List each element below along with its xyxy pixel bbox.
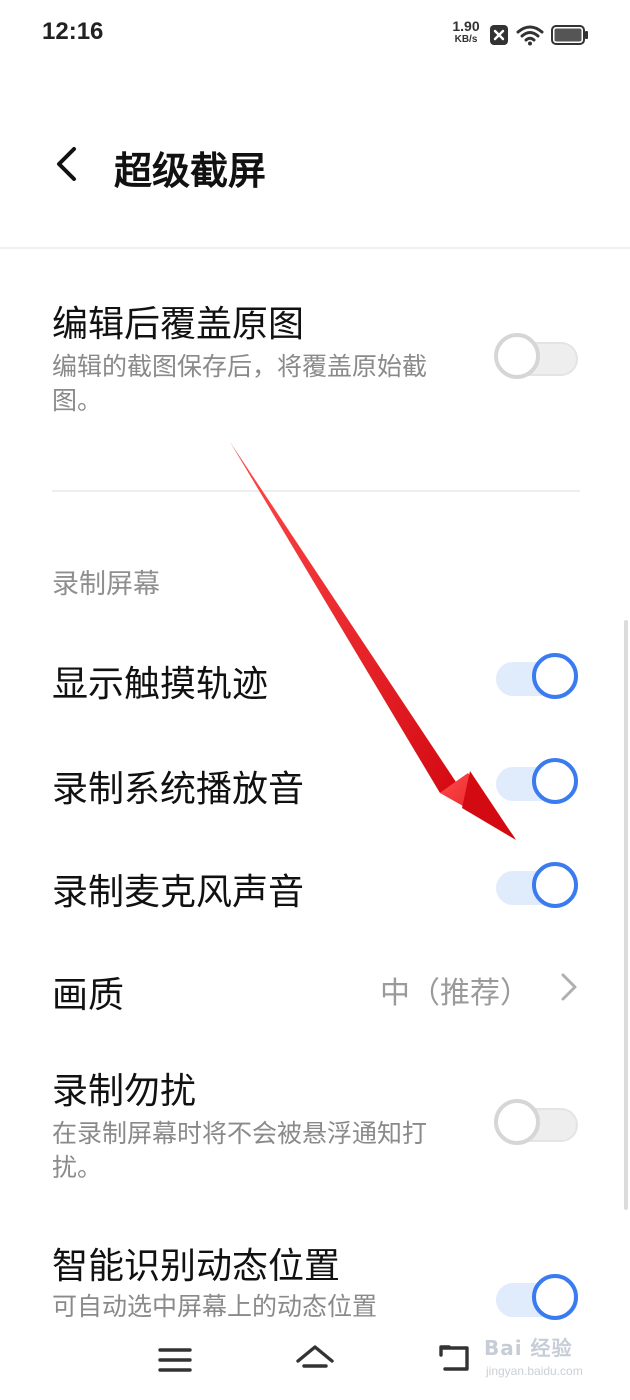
setting-title: 编辑后覆盖原图 — [52, 304, 305, 345]
baidu-jingyan-watermark: Bai 经验 jingyan.baidu.com — [478, 1328, 628, 1388]
home-button[interactable] — [285, 1330, 345, 1390]
recent-apps-button[interactable] — [145, 1330, 205, 1390]
toggle-knob — [532, 862, 578, 908]
setting-title: 录制麦克风声音 — [52, 872, 305, 913]
setting-description: 可自动选中屏幕上的动态位置 — [52, 1292, 378, 1321]
battery-icon — [551, 25, 589, 49]
header-divider — [0, 247, 630, 249]
home-icon — [296, 1345, 334, 1368]
setting-title: 显示触摸轨迹 — [52, 664, 269, 705]
header: 超级截屏 — [0, 70, 630, 248]
menu-icon — [158, 1348, 192, 1372]
network-speed: 1.90 KB/s — [448, 18, 484, 46]
record-system-audio-toggle[interactable] — [494, 757, 580, 805]
scrollbar[interactable] — [624, 620, 628, 1210]
smart-dynamic-position-toggle[interactable] — [494, 1273, 580, 1321]
sim-x-icon — [489, 24, 509, 50]
toggle-knob — [494, 1099, 540, 1145]
toggle-knob — [532, 758, 578, 804]
section-label-screen-recording: 录制屏幕 — [52, 569, 160, 600]
toggle-knob — [532, 1274, 578, 1320]
system-back-button[interactable] — [424, 1330, 484, 1390]
toggle-knob — [532, 653, 578, 699]
network-speed-value: 1.90 — [452, 18, 480, 34]
chevron-left-icon — [57, 147, 76, 181]
watermark-subtext: jingyan.baidu.com — [486, 1364, 583, 1378]
wifi-icon — [516, 24, 544, 50]
status-time: 12:16 — [42, 18, 104, 45]
chevron-right-icon — [560, 972, 578, 1006]
quality-value: 中（推荐） — [380, 976, 530, 1011]
setting-title: 画质 — [52, 975, 125, 1016]
network-speed-unit: KB/s — [454, 34, 478, 45]
setting-description: 在录制屏幕时将不会被悬浮通知打扰。 — [52, 1119, 428, 1182]
setting-description: 编辑的截图保存后，将覆盖原始截图。 — [52, 352, 428, 415]
setting-title: 录制系统播放音 — [52, 769, 305, 810]
setting-title: 智能识别动态位置 — [52, 1246, 341, 1287]
watermark-text: Bai 经验 — [484, 1336, 573, 1360]
toggle-knob — [494, 333, 540, 379]
page-title: 超级截屏 — [114, 149, 267, 193]
status-bar: 12:16 1.90 KB/s — [0, 0, 630, 70]
overwrite-original-toggle[interactable] — [494, 332, 580, 380]
record-microphone-toggle[interactable] — [494, 861, 580, 909]
do-not-disturb-toggle[interactable] — [494, 1098, 580, 1146]
setting-title: 录制勿扰 — [52, 1071, 197, 1112]
show-touch-toggle[interactable] — [494, 652, 580, 700]
back-button[interactable] — [46, 138, 86, 190]
section-divider — [52, 490, 580, 492]
back-icon — [439, 1345, 469, 1371]
